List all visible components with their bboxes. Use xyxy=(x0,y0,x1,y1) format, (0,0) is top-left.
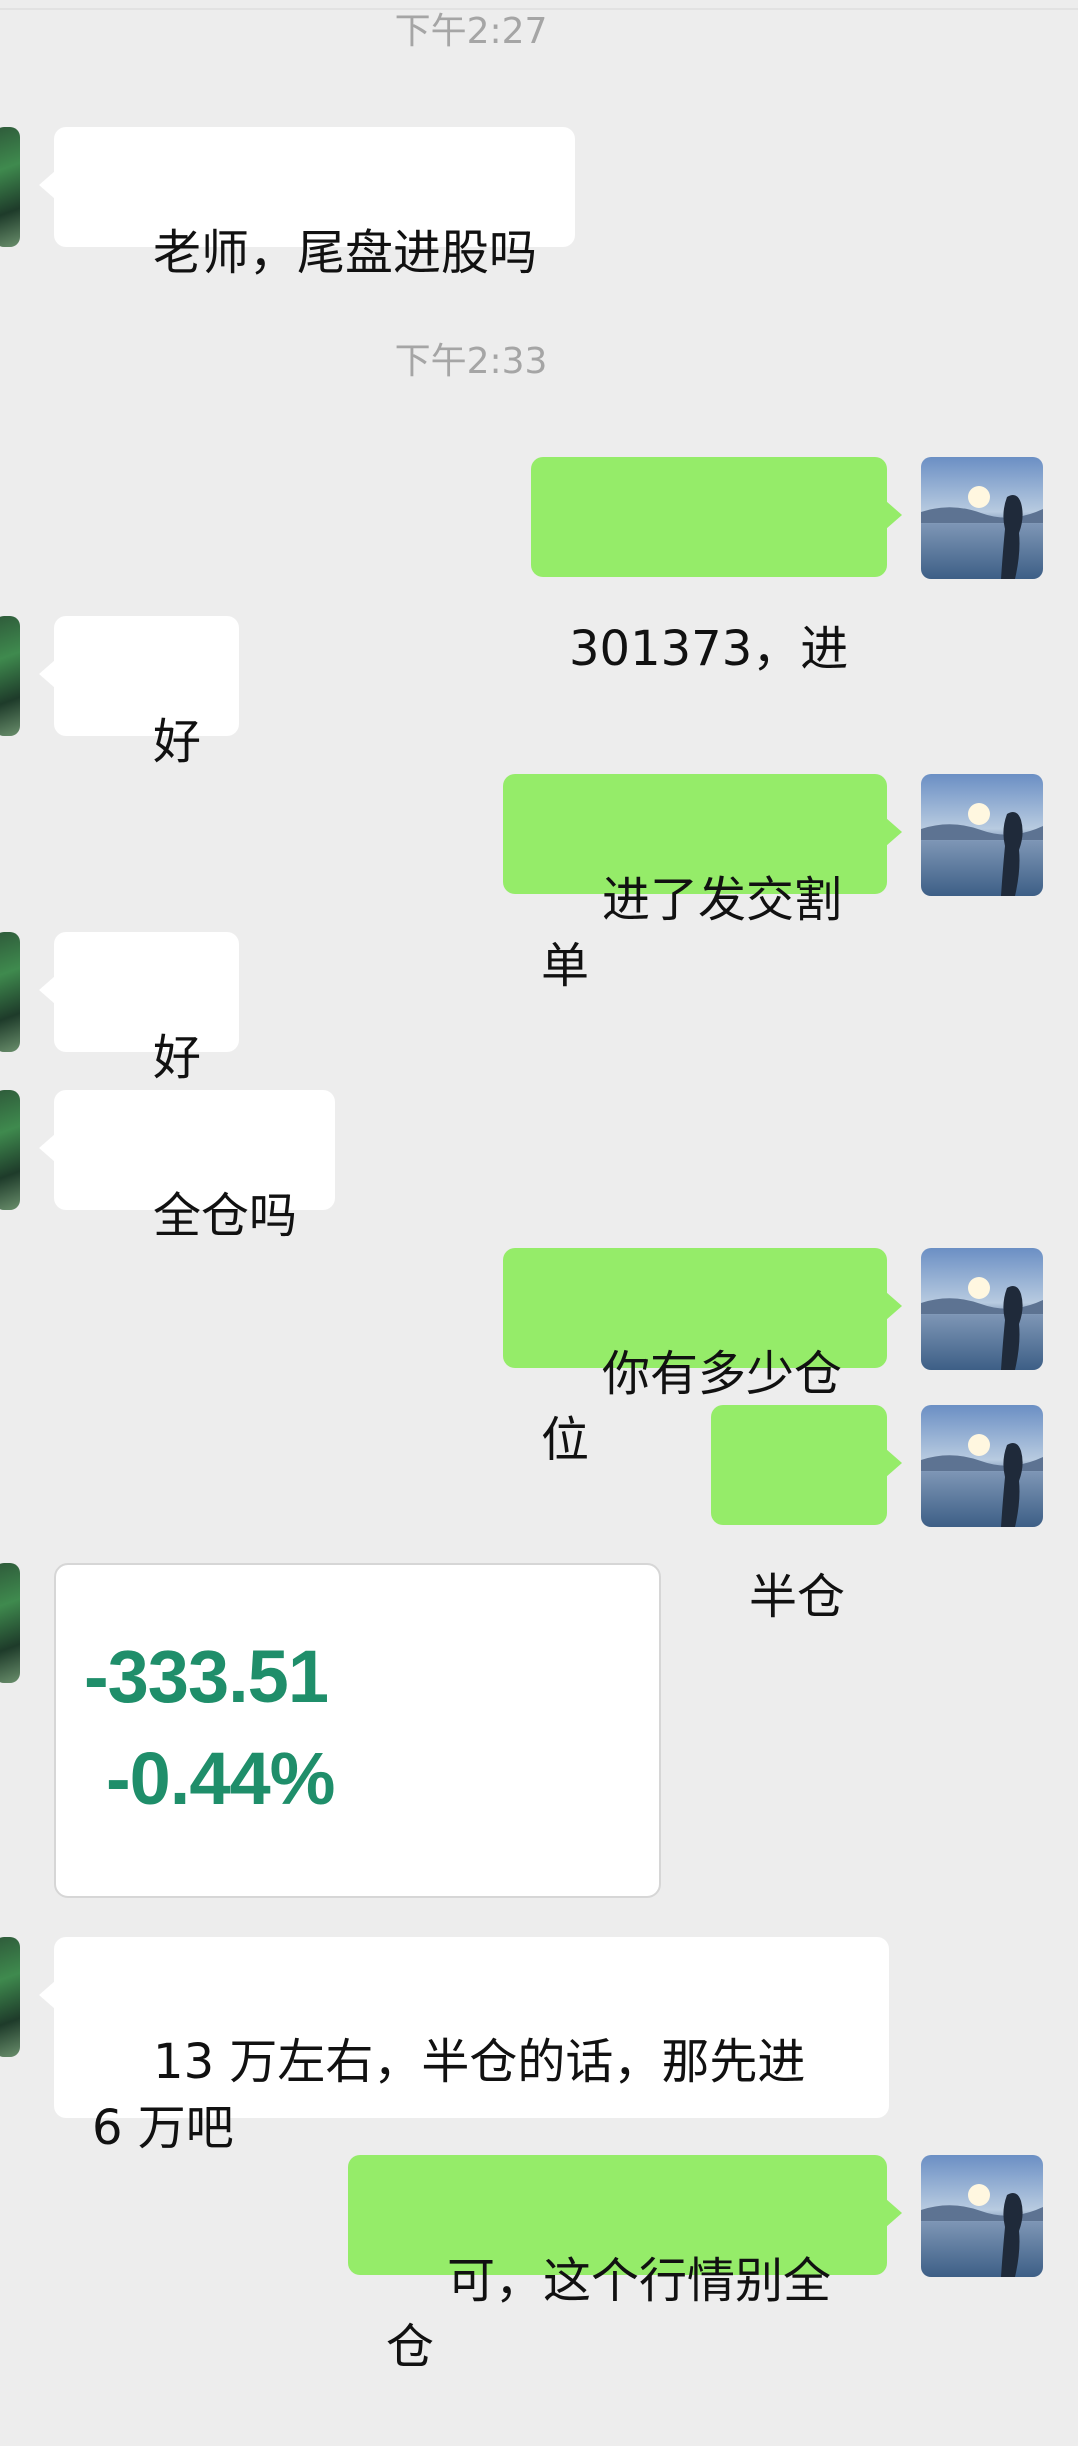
message-text: 全仓吗 xyxy=(153,1188,298,1244)
incoming-message-bubble[interactable]: 全仓吗 xyxy=(38,1090,336,1244)
timestamp: 下午2:33 xyxy=(394,341,548,382)
outgoing-message-bubble[interactable]: 进了发交割单 xyxy=(503,774,902,994)
self-avatar-icon[interactable] xyxy=(921,457,1043,579)
contact-avatar-icon[interactable] xyxy=(0,1937,20,2057)
incoming-message-bubble[interactable]: 好 xyxy=(38,616,240,770)
outgoing-message-bubble[interactable]: 半仓 xyxy=(711,1405,902,1625)
self-avatar-icon[interactable] xyxy=(921,1405,1043,1527)
contact-avatar-icon[interactable] xyxy=(0,1090,20,1210)
incoming-message-bubble[interactable]: 老师，尾盘进股吗 xyxy=(38,127,576,281)
self-avatar-icon[interactable] xyxy=(921,2155,1043,2277)
outgoing-message-bubble[interactable]: 301373，进 xyxy=(531,457,902,677)
outgoing-message-bubble[interactable]: 可，这个行情别全仓 xyxy=(348,2155,902,2375)
pnl-amount: -333.51 xyxy=(84,1635,329,1718)
incoming-message-bubble[interactable]: 13 万左右，半仓的话，那先进 6 万吧 xyxy=(39,1937,889,2156)
message-text: 半仓 xyxy=(749,1569,846,1625)
contact-avatar-icon[interactable] xyxy=(0,616,20,736)
message-text: 好 xyxy=(153,714,202,770)
message-text: 13 万左右，半仓的话，那先进 6 万吧 xyxy=(92,2034,821,2156)
contact-avatar-icon[interactable] xyxy=(0,932,20,1052)
outgoing-message-bubble[interactable]: 你有多少仓位 xyxy=(503,1248,902,1468)
contact-avatar-icon[interactable] xyxy=(0,1563,20,1683)
message-text: 好 xyxy=(153,1030,202,1086)
self-avatar-icon[interactable] xyxy=(921,774,1043,896)
contact-avatar-icon[interactable] xyxy=(0,127,20,247)
message-text: 可，这个行情别全仓 xyxy=(386,2253,832,2375)
pnl-percent: -0.44% xyxy=(106,1737,335,1820)
timestamp: 下午2:27 xyxy=(394,11,548,52)
image-message-card[interactable]: -333.51 -0.44% xyxy=(54,1563,661,1898)
incoming-message-bubble[interactable]: 好 xyxy=(38,932,240,1086)
message-text: 老师，尾盘进股吗 xyxy=(153,225,538,281)
self-avatar-icon[interactable] xyxy=(921,1248,1043,1370)
message-text: 301373，进 xyxy=(569,621,849,677)
top-divider xyxy=(0,8,1078,10)
message-text: 进了发交割单 xyxy=(541,872,843,994)
